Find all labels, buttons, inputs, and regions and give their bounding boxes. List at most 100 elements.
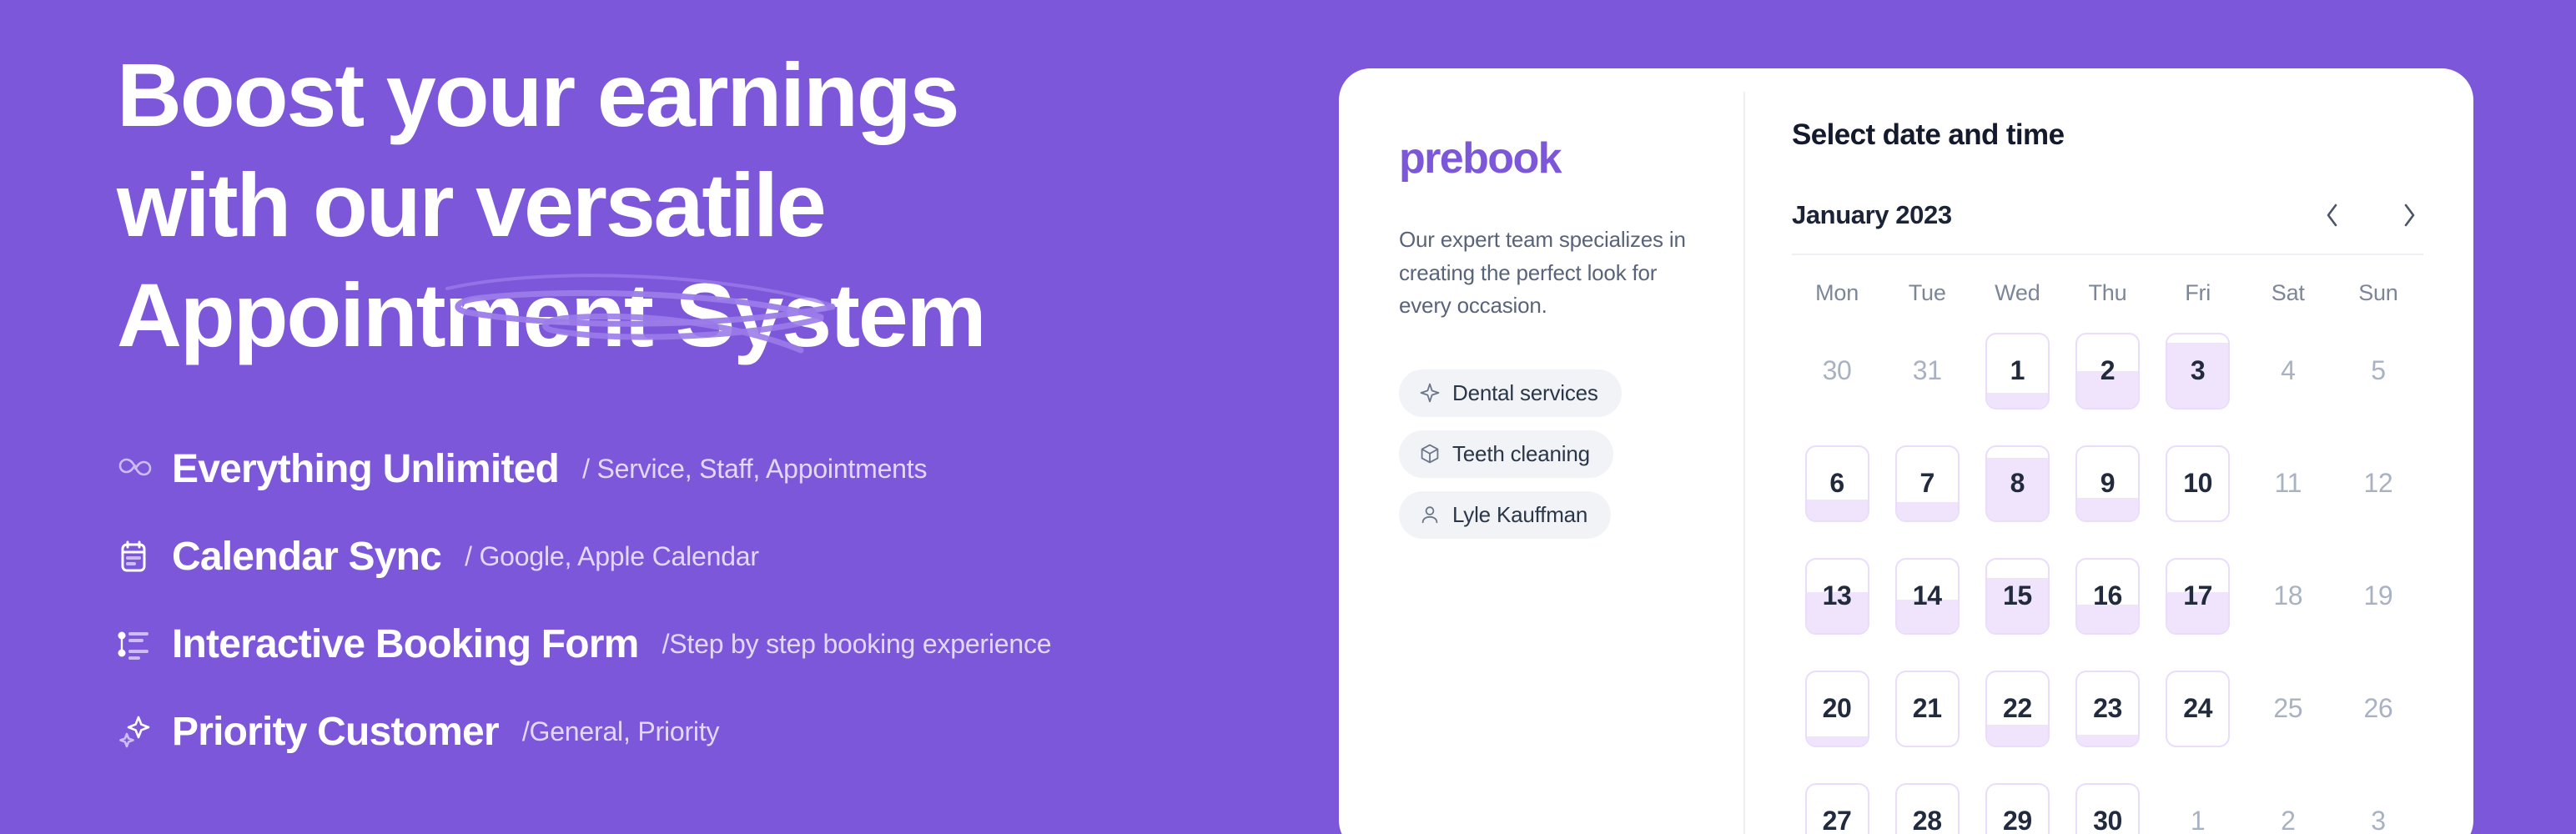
availability-fill-bar (1986, 724, 2048, 746)
feature-item-interactive-booking-form: Interactive Booking Form /Step by step b… (117, 600, 1285, 688)
booking-summary-chips: Dental services Teeth cleaning Lyle Kauf… (1399, 369, 1743, 539)
availability-fill-bar (1806, 499, 1868, 520)
calendar-day-8[interactable]: 8 (1985, 445, 2050, 522)
calendar-cell: 3 (2153, 314, 2243, 427)
calendar-day-number: 25 (2273, 693, 2303, 723)
feature-item-calendar-sync: Calendar Sync / Google, Apple Calendar (117, 513, 1285, 600)
calendar-day-9[interactable]: 9 (2075, 445, 2140, 522)
calendar-day-number: 1 (2190, 806, 2206, 834)
brand-description: Our expert team specializes in creating … (1399, 227, 1686, 319)
calendar-day-15[interactable]: 15 (1985, 557, 2050, 635)
calendar-day-number: 31 (1912, 355, 1942, 385)
chip-label: Lyle Kauffman (1452, 501, 1588, 527)
cube-icon (1419, 443, 1441, 465)
list-steps-icon (117, 629, 172, 661)
infinity-icon (117, 457, 172, 482)
calendar-day-28[interactable]: 28 (1894, 782, 1960, 834)
calendar-day-20[interactable]: 20 (1804, 670, 1869, 747)
booking-card-info-panel: prebook Our expert team specializes in c… (1339, 68, 1743, 834)
calendar-day-disabled-4: 4 (2256, 333, 2320, 409)
panel-divider (1743, 92, 1745, 834)
calendar-day-17[interactable]: 17 (2166, 557, 2231, 635)
calendar-cell: 12 (2333, 427, 2423, 540)
calendar-day-number: 26 (2363, 693, 2393, 723)
calendar-day-disabled-11: 11 (2256, 445, 2320, 522)
calendar-day-24[interactable]: 24 (2166, 670, 2231, 747)
weekday-header: Sun (2358, 280, 2398, 305)
calendar-cell: 10 (2153, 427, 2243, 540)
calendar-day-30[interactable]: 30 (2075, 782, 2140, 834)
calendar-day-1[interactable]: 1 (1985, 332, 2050, 409)
calendar-cell: 29 (1972, 765, 2062, 834)
chip-dental-services[interactable]: Dental services (1399, 369, 1622, 417)
calendar-cell: 2 (2062, 314, 2152, 427)
calendar-day-number: 19 (2363, 580, 2393, 610)
calendar-day-number: 13 (1822, 580, 1852, 610)
booking-card: prebook Our expert team specializes in c… (1339, 68, 2473, 834)
calendar-cell: 24 (2153, 652, 2243, 765)
chip-staff-lyle-kauffman[interactable]: Lyle Kauffman (1399, 490, 1612, 539)
calendar-cell: 4 (2243, 314, 2333, 427)
calendar-month-bar: January 2023 (1792, 200, 2423, 230)
feature-title: Everything Unlimited (172, 447, 560, 491)
calendar-day-22[interactable]: 22 (1985, 670, 2050, 747)
calendar-day-2[interactable]: 2 (2075, 332, 2140, 409)
calendar-cell: 28 (1882, 765, 1972, 834)
calendar-day-number: 15 (2002, 580, 2032, 610)
chip-label: Dental services (1452, 379, 1598, 405)
calendar-day-29[interactable]: 29 (1985, 782, 2050, 834)
chevron-left-icon[interactable] (2318, 201, 2347, 229)
feature-title: Interactive Booking Form (172, 622, 639, 666)
availability-fill-bar (1806, 736, 1868, 746)
calendar-day-number: 1 (2010, 355, 2025, 385)
brand-logo: prebook (1399, 134, 1562, 183)
chip-teeth-cleaning[interactable]: Teeth cleaning (1399, 430, 1613, 478)
calendar-day-13[interactable]: 13 (1804, 557, 1869, 635)
calendar-day-number: 18 (2273, 580, 2303, 610)
availability-fill-bar (2076, 498, 2138, 520)
calendar-day-number: 9 (2100, 468, 2116, 498)
calendar-cell: 23 (2062, 652, 2152, 765)
calendar-cell: 8 (1972, 427, 2062, 540)
calendar-day-disabled-5: 5 (2346, 333, 2410, 409)
calendar-day-6[interactable]: 6 (1804, 445, 1869, 522)
calendar-cell: 5 (2333, 314, 2423, 427)
calendar-day-number: 14 (1912, 580, 1942, 610)
calendar-day-23[interactable]: 23 (2075, 670, 2140, 747)
calendar-day-3[interactable]: 3 (2166, 332, 2231, 409)
calendar-day-disabled-25: 25 (2256, 671, 2320, 747)
calendar-day-number: 28 (1912, 806, 1942, 834)
calendar-day-21[interactable]: 21 (1894, 670, 1960, 747)
calendar-cell: 14 (1882, 540, 1972, 652)
calendar-day-number: 2 (2281, 806, 2296, 834)
calendar-day-16[interactable]: 16 (2075, 557, 2140, 635)
calendar-day-number: 4 (2281, 355, 2296, 385)
weekday-header: Fri (2185, 280, 2211, 305)
weekday-header: Mon (1815, 280, 1859, 305)
calendar-day-disabled-31: 31 (1895, 333, 1960, 409)
calendar-cell: 7 (1882, 427, 1972, 540)
calendar-month-label: January 2023 (1792, 200, 1952, 229)
weekday-header: Wed (1995, 280, 2040, 305)
chip-label: Teeth cleaning (1452, 440, 1590, 466)
calendar-day-number: 10 (2183, 468, 2213, 498)
calendar-day-10[interactable]: 10 (2166, 445, 2231, 522)
calendar-day-number: 30 (2093, 806, 2122, 834)
calendar-day-number: 11 (2274, 468, 2302, 498)
calendar-cell: 25 (2243, 652, 2333, 765)
calendar-day-7[interactable]: 7 (1894, 445, 1960, 522)
weekday-header: Thu (2088, 280, 2127, 305)
calendar-day-disabled-26: 26 (2346, 671, 2410, 747)
calendar-day-number: 29 (2002, 806, 2032, 834)
feature-list: Everything Unlimited / Service, Staff, A… (117, 425, 1285, 776)
sparkle-icon (1419, 382, 1441, 404)
calendar-day-number: 16 (2093, 580, 2122, 610)
calendar-day-27[interactable]: 27 (1804, 782, 1869, 834)
calendar-day-14[interactable]: 14 (1894, 557, 1960, 635)
chevron-right-icon[interactable] (2395, 201, 2423, 229)
calendar-cell: 15 (1972, 540, 2062, 652)
calendar-day-number: 20 (1822, 693, 1852, 723)
calendar-divider (1792, 254, 2423, 255)
calendar-cell: 21 (1882, 652, 1972, 765)
calendar-nav-group (2318, 201, 2423, 229)
